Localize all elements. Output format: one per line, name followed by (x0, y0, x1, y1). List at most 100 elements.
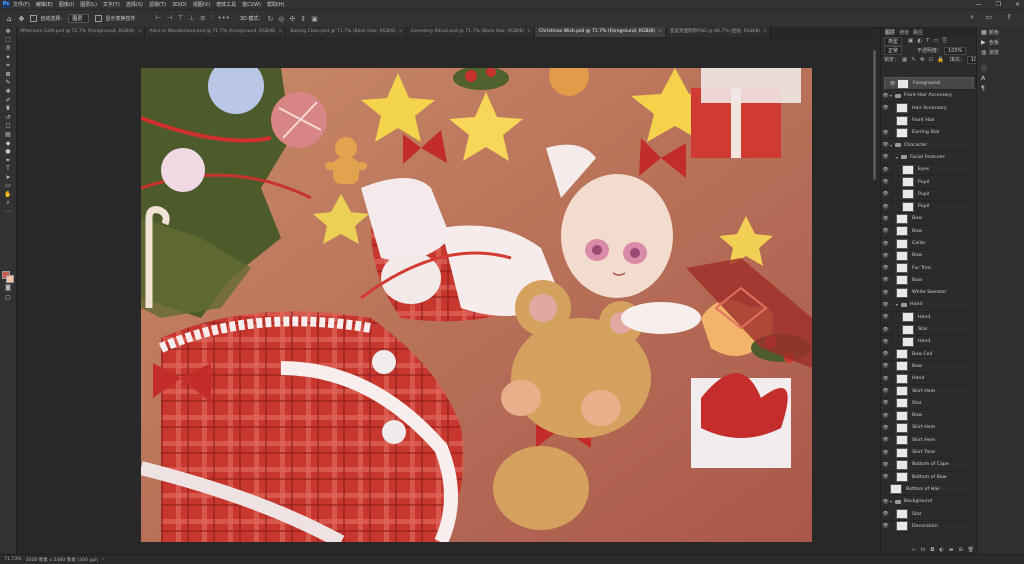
restore-icon[interactable]: ❐ (996, 1, 1001, 8)
close-tab-icon[interactable]: × (278, 27, 282, 37)
layer-row[interactable]: 👁 Star (881, 508, 974, 521)
layer-row[interactable]: 👁 ▾ Character (881, 139, 974, 152)
visibility-eye-icon[interactable]: 👁 (881, 474, 890, 480)
visibility-eye-icon[interactable]: 👁 (881, 400, 890, 406)
close-tab-icon[interactable]: × (138, 27, 142, 37)
close-tab-icon[interactable]: × (763, 27, 767, 37)
menu-layer[interactable]: 图层(L) (80, 1, 97, 8)
add-mask-icon[interactable]: ◘ (930, 547, 934, 553)
visibility-eye-icon[interactable]: 👁 (881, 179, 890, 185)
visibility-eye-icon[interactable]: 👁 (881, 388, 890, 394)
visibility-eye-icon[interactable]: 👁 (881, 450, 890, 456)
layer-row[interactable]: 👁 Bow (881, 250, 974, 263)
brush-tool-icon[interactable]: ✐ (0, 96, 16, 105)
layer-row[interactable]: 👁 Fur Trim (881, 262, 974, 275)
layer-row[interactable]: 👁 Bottom of Cape (881, 459, 974, 472)
layer-row[interactable]: 👁 Bow (881, 361, 974, 374)
show-transform-checkbox[interactable]: 显示变换控件 (95, 15, 135, 22)
opacity-input[interactable]: 100% (944, 46, 967, 55)
visibility-eye-icon[interactable]: 👁 (881, 302, 890, 308)
more-tools-icon[interactable]: ⋯ (0, 207, 16, 216)
frame-tool-icon[interactable]: ⊠ (0, 70, 16, 79)
visibility-eye-icon[interactable]: 👁 (881, 327, 890, 333)
visibility-eye-icon[interactable]: 👁 (881, 339, 890, 345)
document-tab[interactable]: Baking Class.psd @ 71.7% (Back Hair, RGB… (286, 27, 407, 37)
visibility-eye-icon[interactable]: 👁 (881, 130, 890, 136)
screen-mode-icon[interactable]: ▢ (0, 293, 16, 302)
dock-gradients[interactable]: ◍ 渐变 (977, 47, 1024, 57)
layer-row[interactable]: 👁 Hand (881, 373, 974, 386)
auto-select-dropdown[interactable]: 图层 (68, 14, 90, 23)
filter-shape-icon[interactable]: ▭ (933, 38, 938, 45)
zoom-level[interactable]: 71.73% (4, 557, 22, 562)
layer-row[interactable]: 👁 Bottom of Bow (881, 472, 974, 484)
layer-row[interactable]: 👁 Pupil (881, 176, 974, 189)
layer-row[interactable]: 👁 Earring Star (881, 127, 974, 140)
visibility-eye-icon[interactable]: 👁 (881, 290, 890, 296)
layer-row[interactable]: 👁 Bow (881, 410, 974, 423)
home-icon[interactable]: ⌂ (7, 15, 11, 23)
layer-row[interactable]: 👁 Hand (881, 336, 974, 349)
3d-scale-icon[interactable]: ▣ (311, 15, 318, 23)
blur-tool-icon[interactable]: ◆ (0, 139, 16, 148)
layer-row[interactable]: 👁 Hair Accessory (881, 103, 974, 115)
visibility-eye-icon[interactable]: 👁 (881, 253, 890, 259)
filter-smart-icon[interactable]: ⎘ (943, 38, 947, 45)
layer-row[interactable]: 👁 ▾ Facial Features (881, 152, 974, 165)
dock-paragraph[interactable]: ¶ (977, 83, 1024, 93)
lock-move-icon[interactable]: ✥ (920, 57, 925, 63)
layer-row[interactable]: 👁 Star (881, 398, 974, 411)
history-brush-icon[interactable]: ↺ (0, 113, 16, 122)
lock-artboard-icon[interactable]: ⊡ (928, 57, 933, 63)
layer-row[interactable]: 👁 White Sweater (881, 287, 974, 300)
hand-tool-icon[interactable]: ✋ (0, 190, 16, 199)
move-tool-icon[interactable]: ✥ (0, 27, 16, 36)
layer-row[interactable]: 👁 Star (881, 324, 974, 337)
dodge-tool-icon[interactable]: ● (0, 147, 16, 156)
filter-adjust-icon[interactable]: ◐ (917, 38, 922, 45)
tab-paths[interactable]: 路径 (913, 29, 923, 36)
eraser-icon[interactable]: ◻ (0, 122, 16, 131)
layer-row[interactable]: 👁 Decoration (881, 521, 974, 533)
lasso-tool-icon[interactable]: ϑ (0, 44, 16, 53)
visibility-eye-icon[interactable]: 👁 (881, 204, 890, 210)
3d-rotate-icon[interactable]: ↻ (267, 15, 273, 23)
document-tab[interactable]: 圣诞贺图明暗PSD @ 66.7% (图层, RGB/8) × (665, 27, 772, 37)
tab-layers[interactable]: 图层 (885, 29, 895, 36)
lock-all-icon[interactable]: 🔒 (937, 57, 944, 63)
magic-wand-icon[interactable]: ✦ (0, 53, 16, 62)
filter-kind-dropdown[interactable]: 类型 (884, 37, 903, 46)
eyedropper-icon[interactable]: ✎ (0, 79, 16, 88)
dock-properties[interactable]: ⓘ (977, 63, 1024, 73)
visibility-eye-icon[interactable]: 👁 (881, 425, 890, 431)
menu-type[interactable]: 文字(Y) (103, 1, 120, 8)
new-group-icon[interactable]: ▬ (949, 547, 954, 553)
link-layers-icon[interactable]: ∞ (911, 547, 915, 553)
auto-select-checkbox[interactable]: 自动选择： (30, 15, 65, 22)
layer-row[interactable]: 👁 Bow Coll (881, 349, 974, 361)
layer-row[interactable]: 👁 Skirt Hem (881, 385, 974, 398)
marquee-tool-icon[interactable]: ⬚ (0, 36, 16, 45)
menu-image[interactable]: 图像(I) (59, 1, 74, 8)
close-tab-icon[interactable]: × (399, 27, 403, 37)
delete-layer-icon[interactable]: 🗑 (968, 547, 974, 553)
layer-row[interactable]: 👁 Collar (881, 238, 974, 251)
search-icon[interactable]: ⌕ (970, 13, 974, 22)
lock-transparency-icon[interactable]: ▦ (902, 57, 907, 63)
workspace-icon[interactable]: ▭ (985, 13, 992, 21)
dock-swatches[interactable]: ▶ 色板 (977, 37, 1024, 47)
visibility-eye-icon[interactable]: 👁 (881, 437, 890, 443)
fx-icon[interactable]: fx (921, 547, 926, 553)
background-color-swatch[interactable] (6, 275, 14, 283)
crop-tool-icon[interactable]: ⌗ (0, 61, 16, 70)
layer-row[interactable]: 👁 Hand (881, 312, 974, 324)
align-center-icon[interactable]: ⊣ (166, 14, 172, 23)
menu-view[interactable]: 视图(V) (193, 1, 210, 8)
blend-mode-dropdown[interactable]: 正常 (884, 46, 903, 55)
layer-row[interactable]: 👁 Skirt Hem (881, 435, 974, 447)
visibility-eye-icon[interactable]: 👁 (881, 216, 890, 222)
path-select-icon[interactable]: ➤ (0, 173, 16, 182)
align-top-icon[interactable]: ⊥ (189, 14, 195, 23)
align-left-icon[interactable]: ⊢ (155, 14, 161, 23)
visibility-eye-icon[interactable]: 👁 (888, 81, 897, 87)
